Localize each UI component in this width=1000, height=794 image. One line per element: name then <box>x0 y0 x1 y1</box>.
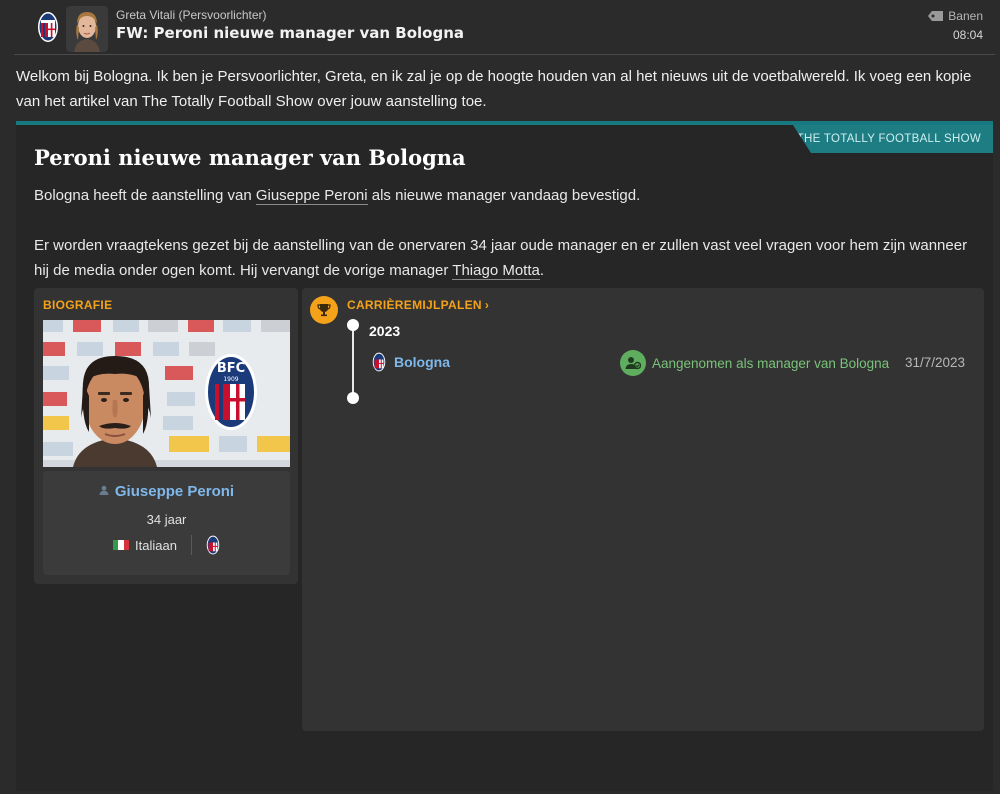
category-tag[interactable]: Banen <box>928 9 983 23</box>
biography-label: BIOGRAFIE <box>43 298 113 312</box>
chevron-right-icon: › <box>484 298 490 312</box>
manager-info-card: Giuseppe Peroni 34 jaar Italiaan <box>43 471 290 575</box>
category-tag-label: Banen <box>948 9 983 23</box>
sender-avatar[interactable] <box>66 6 108 52</box>
header-divider <box>14 54 995 55</box>
timeline-dot-end <box>347 392 359 404</box>
career-milestones-label: CARRIÈREMIJLPALEN <box>347 298 482 312</box>
intro-text: Welkom bij Bologna. Ik ben je Persvoorli… <box>16 68 972 110</box>
milestone-event: Aangenomen als manager van Bologna <box>620 350 889 376</box>
manager-photo[interactable]: BFC 1909 <box>43 320 290 467</box>
manager-name-row[interactable]: Giuseppe Peroni <box>43 483 290 500</box>
bologna-badge-icon <box>372 352 386 372</box>
p1-text-after: als nieuwe manager vandaag bevestigd. <box>367 187 641 204</box>
message-time: 08:04 <box>952 28 983 42</box>
italy-flag-icon <box>113 540 130 550</box>
career-milestones-panel: CARRIÈREMIJLPALEN › 2023 Bologna Aangeno… <box>302 288 984 731</box>
hired-person-icon <box>620 350 646 376</box>
badge-year: 1909 <box>223 376 238 383</box>
timeline-line <box>352 325 354 398</box>
bologna-badge-icon[interactable] <box>206 535 220 555</box>
bologna-badge-icon[interactable] <box>37 11 59 43</box>
p1-text-before: Bologna heeft de aanstelling van <box>34 187 256 204</box>
biography-panel: BIOGRAFIE BFC 1909 Giuseppe Peroni 34 ja… <box>34 288 298 584</box>
nationality-row: Italiaan <box>43 535 290 555</box>
article-source: THE TOTALLY FOOTBALL SHOW <box>796 133 981 145</box>
career-milestones-link[interactable]: CARRIÈREMIJLPALEN › <box>347 298 489 312</box>
nationality-label: Italiaan <box>135 537 177 553</box>
article-paragraph-2: Er worden vraagtekens gezet bij de aanst… <box>34 233 979 283</box>
previous-manager-link[interactable]: Thiago Motta <box>452 262 540 280</box>
milestone-date: 31/7/2023 <box>904 355 965 370</box>
header-meta: Banen 08:04 <box>928 9 983 42</box>
badge-text: BFC <box>217 361 245 376</box>
trophy-icon <box>310 296 338 324</box>
sender-name[interactable]: Greta Vitali (Persvoorlichter) <box>116 8 267 22</box>
milestone-year: 2023 <box>369 323 401 339</box>
message-subject: FW: Peroni nieuwe manager van Bologna <box>116 24 464 42</box>
article-source-tab: THE TOTALLY FOOTBALL SHOW <box>793 125 993 153</box>
person-icon <box>99 485 109 495</box>
article-title: Peroni nieuwe manager van Bologna <box>34 145 466 170</box>
milestone-club-name: Bologna <box>394 354 450 370</box>
article-paragraph-1: Bologna heeft de aanstelling van Giusepp… <box>34 183 979 208</box>
timeline-dot-start <box>347 319 359 331</box>
tag-icon <box>928 11 944 21</box>
message-header: Greta Vitali (Persvoorlichter) FW: Peron… <box>0 0 1000 55</box>
milestone-club[interactable]: Bologna <box>372 352 450 372</box>
p2-text-after: . <box>539 262 545 279</box>
article-card: THE TOTALLY FOOTBALL SHOW Peroni nieuwe … <box>16 121 993 791</box>
milestone-event-text: Aangenomen als manager van Bologna <box>652 355 890 371</box>
manager-age: 34 jaar <box>146 512 187 527</box>
manager-name: Giuseppe Peroni <box>114 483 235 500</box>
manager-link[interactable]: Giuseppe Peroni <box>255 187 368 205</box>
nationality-divider <box>190 535 192 555</box>
